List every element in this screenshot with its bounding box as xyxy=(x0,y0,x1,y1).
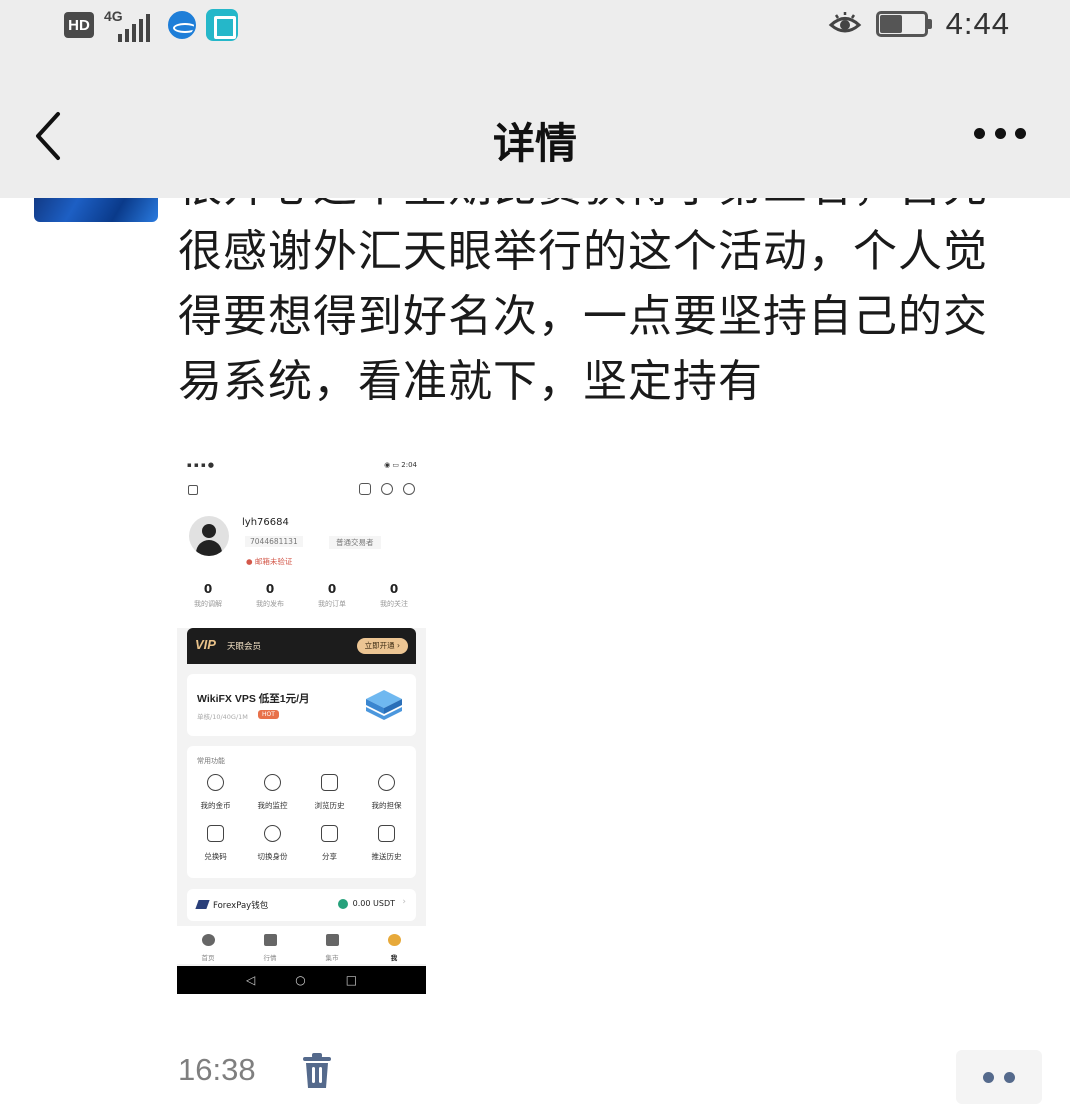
barcode-icon xyxy=(207,825,224,842)
nav-bar: 详情 xyxy=(0,52,1070,198)
server-stack-icon xyxy=(366,690,402,720)
functions-card: 常用功能 我的金币 我的监控 浏览历史 我的担保 兑换码 切换身份 分享 推送历… xyxy=(187,746,416,878)
recents-square-icon: □ xyxy=(345,973,358,987)
post-text: 很开心这个星期比赛获得了第二名，首先很感谢外汇天眼举行的这个活动，个人觉得要想得… xyxy=(178,198,988,407)
user-role: 普通交易者 xyxy=(329,536,381,549)
forexpay-logo-icon xyxy=(195,900,210,909)
refresh-icon xyxy=(381,483,393,495)
stats-row: 0 我的调解 0 我的发布 0 我的订单 0 我的关注 xyxy=(177,582,426,609)
history-icon xyxy=(321,774,338,791)
function-item: 推送历史 xyxy=(358,825,415,862)
profile-icon xyxy=(387,934,401,946)
chevron-right-icon: › xyxy=(402,897,406,907)
profile-avatar xyxy=(189,516,229,556)
header-icons xyxy=(359,483,415,495)
more-dots-icon[interactable] xyxy=(956,1050,1042,1104)
wallet-card: ForexPay钱包 0.00 USDT › xyxy=(187,889,416,921)
gear-icon xyxy=(403,483,415,495)
tab-market: 行情 xyxy=(239,926,301,964)
tab-bar: 首页 行情 集市 我 xyxy=(177,926,426,964)
function-item: 浏览历史 xyxy=(301,774,358,811)
page-title: 详情 xyxy=(492,119,577,168)
image-status-bar: ▪ ▪ ▪ ● ◉ ▭ 2:04 xyxy=(187,461,417,469)
vip-open-button: 立即开通 › xyxy=(356,638,408,654)
wallet-balance: 0.00 USDT xyxy=(352,899,395,908)
switch-user-icon xyxy=(264,825,281,842)
vps-subtitle: 单核/10/40G/1M xyxy=(197,713,248,721)
trash-icon[interactable] xyxy=(300,1052,334,1090)
post-content: 很开心这个星期比赛获得了第二名，首先很感谢外汇天眼举行的这个活动，个人觉得要想得… xyxy=(0,198,1070,1118)
globe-app-icon xyxy=(168,11,196,39)
user-id: 7044681131 xyxy=(245,536,303,547)
back-triangle-icon: ◁ xyxy=(245,973,256,987)
hot-badge: HOT xyxy=(258,710,279,719)
scan-icon xyxy=(359,483,371,495)
eye-icon xyxy=(828,12,861,33)
vip-badge: VIP xyxy=(195,637,216,652)
stat-item: 0 我的发布 xyxy=(256,582,284,608)
book-app-icon xyxy=(206,9,238,41)
lock-icon xyxy=(188,485,198,495)
store-icon xyxy=(325,934,339,946)
tab-store: 集市 xyxy=(301,926,363,964)
status-left: HD 4G xyxy=(64,6,238,44)
avatar[interactable] xyxy=(34,198,158,222)
post-image[interactable]: ▪ ▪ ▪ ● ◉ ▭ 2:04 lyh76684 7044681131 普通交… xyxy=(177,456,426,994)
shield-icon xyxy=(378,774,395,791)
system-nav-bar: ◁ ○ □ xyxy=(177,966,426,994)
tab-home: 首页 xyxy=(177,926,239,964)
usdt-icon xyxy=(338,899,348,909)
stat-item: 0 我的关注 xyxy=(380,582,408,608)
function-item: 切换身份 xyxy=(244,825,301,862)
function-item: 兑换码 xyxy=(187,825,244,862)
username: lyh76684 xyxy=(242,517,289,528)
vip-banner: VIP 天眼会员 立即开通 › xyxy=(187,628,416,664)
function-item: 分享 xyxy=(301,825,358,862)
post-time: 16:38 xyxy=(178,1052,256,1087)
function-item: 我的监控 xyxy=(244,774,301,811)
function-item: 我的担保 xyxy=(358,774,415,811)
camera-icon xyxy=(264,774,281,791)
status-time: 4:44 xyxy=(945,6,1010,41)
market-icon xyxy=(263,934,277,946)
vps-title: WikiFX VPS 低至1元/月 xyxy=(197,693,310,705)
function-item: 我的金币 xyxy=(187,774,244,811)
coin-icon xyxy=(207,774,224,791)
vip-name: 天眼会员 xyxy=(227,642,262,652)
more-icon[interactable] xyxy=(974,128,1026,140)
stat-item: 0 我的调解 xyxy=(194,582,222,608)
hd-icon: HD xyxy=(64,12,94,38)
push-history-icon xyxy=(378,825,395,842)
share-icon xyxy=(321,825,338,842)
home-circle-icon: ○ xyxy=(295,973,306,987)
tab-profile: 我 xyxy=(363,926,425,964)
email-status: ● 邮箱未验证 xyxy=(246,557,293,566)
signal-icon: 4G xyxy=(104,8,158,42)
vps-card: WikiFX VPS 低至1元/月 单核/10/40G/1M HOT xyxy=(187,674,416,736)
status-right: 4:44 xyxy=(828,4,1010,44)
wallet-name: ForexPay钱包 xyxy=(213,901,269,911)
stat-item: 0 我的订单 xyxy=(318,582,346,608)
home-icon xyxy=(201,934,215,946)
battery-icon xyxy=(875,11,932,37)
functions-title: 常用功能 xyxy=(197,757,225,765)
status-bar: HD 4G 4:44 xyxy=(0,0,1070,52)
profile-header: ▪ ▪ ▪ ● ◉ ▭ 2:04 lyh76684 7044681131 普通交… xyxy=(177,456,426,628)
